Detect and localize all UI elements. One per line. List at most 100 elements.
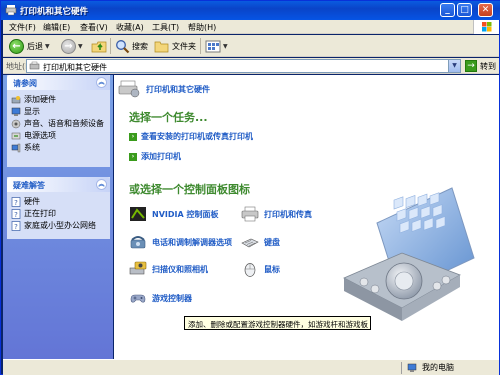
troubleshoot-header[interactable]: 疑难解答 ︽ <box>7 177 110 192</box>
cp-label: 游戏控制器 <box>152 293 192 303</box>
menu-bar: 文件(F) 编辑(E) 查看(V) 收藏(A) 工具(T) 帮助(H) <box>3 20 499 34</box>
sidebar-item-power[interactable]: 电源选项 <box>11 131 110 141</box>
printer-hardware-icon <box>118 80 140 98</box>
address-dropdown-icon[interactable]: ▼ <box>448 60 460 72</box>
printer-folder-icon <box>5 5 17 16</box>
status-bar: 我的电脑 <box>3 359 499 375</box>
sidebar-item-label: 添加硬件 <box>24 95 56 104</box>
status-zone: 我的电脑 <box>407 362 454 373</box>
task-label: 查看安装的打印机或传真打印机 <box>141 132 253 141</box>
sidebar-item-network-help[interactable]: ? 家庭或小型办公网络 <box>11 221 110 231</box>
svg-text:?: ? <box>14 199 18 207</box>
menu-tools[interactable]: 工具(T) <box>152 22 179 33</box>
views-button[interactable]: ▼ <box>205 37 228 55</box>
menu-file[interactable]: 文件(F) <box>9 22 36 33</box>
sidebar-item-label: 家庭或小型办公网络 <box>24 221 96 230</box>
cp-label: 电话和调制解调器选项 <box>152 237 232 247</box>
cp-phone-modem[interactable]: 电话和调制解调器选项 <box>129 234 232 250</box>
task-add-printer[interactable]: › 添加打印机 <box>129 151 181 162</box>
folder-icon <box>154 41 169 53</box>
add-hardware-icon <box>11 96 21 104</box>
hardware-illustration <box>343 187 475 321</box>
cp-game-controllers[interactable]: 游戏控制器 <box>129 290 192 306</box>
see-also-panel: 请参阅 ︽ 添加硬件 显示 声音、语音和音频设备 电源选项 系统 <box>7 75 110 167</box>
cp-scanners-cameras[interactable]: 扫描仪和照相机 <box>129 261 208 277</box>
address-bar: 地址(D) 打印机和其它硬件 ▼ → 转到 <box>3 58 499 74</box>
task-view-printers[interactable]: › 查看安装的打印机或传真打印机 <box>129 131 253 142</box>
chevron-down-icon: ▼ <box>223 42 228 50</box>
cp-printers-faxes[interactable]: 打印机和传真 <box>241 206 312 222</box>
sidebar-item-system[interactable]: 系统 <box>11 143 110 153</box>
sidebar-item-sound[interactable]: 声音、语音和音频设备 <box>11 119 110 129</box>
sidebar-item-label: 声音、语音和音频设备 <box>24 119 104 128</box>
tooltip: 添加、删除或配置游戏控制器硬件，如游戏杆和游戏板 <box>184 316 371 330</box>
control-panel-section-title: 或选择一个控制面板图标 <box>129 183 250 196</box>
phone-icon <box>130 236 146 249</box>
help-icon: ? <box>11 197 21 207</box>
search-button[interactable]: 搜索 <box>115 37 148 55</box>
sidebar-item-label: 正在打印 <box>24 209 56 218</box>
printer-icon <box>241 206 259 222</box>
keyboard-icon <box>241 238 259 248</box>
up-button[interactable] <box>91 37 107 55</box>
cp-label: 扫描仪和照相机 <box>152 264 208 274</box>
page-title: 打印机和其它硬件 <box>146 84 210 94</box>
mouse-icon <box>244 263 256 277</box>
sidebar-item-hardware-help[interactable]: ? 硬件 <box>11 197 110 207</box>
address-input[interactable]: 打印机和其它硬件 ▼ <box>26 59 461 73</box>
maximize-button[interactable]: □ <box>457 3 472 17</box>
back-label: 后退 <box>27 41 43 51</box>
see-also-title: 请参阅 <box>13 79 37 88</box>
collapse-icon[interactable]: ︽ <box>96 179 107 190</box>
folders-button[interactable]: 文件夹 <box>154 37 196 55</box>
power-icon <box>11 132 21 140</box>
menu-favorites[interactable]: 收藏(A) <box>116 22 144 33</box>
folders-label: 文件夹 <box>172 41 196 51</box>
windows-logo-icon <box>473 20 499 34</box>
troubleshoot-panel: 疑难解答 ︽ ? 硬件 ? 正在打印 ? 家庭或小型办公网络 <box>7 177 110 239</box>
printer-folder-icon <box>29 61 40 70</box>
menu-edit[interactable]: 编辑(E) <box>43 22 70 33</box>
sound-icon <box>11 119 21 129</box>
svg-text:?: ? <box>14 223 18 231</box>
help-icon: ? <box>11 209 21 219</box>
toolbar-separator <box>110 38 111 54</box>
sidebar-item-display[interactable]: 显示 <box>11 107 110 117</box>
troubleshoot-title: 疑难解答 <box>13 181 45 190</box>
folder-up-icon <box>91 41 107 53</box>
close-button[interactable]: ✕ <box>478 3 493 17</box>
task-label: 添加打印机 <box>141 152 181 161</box>
menu-view[interactable]: 查看(V) <box>80 22 108 33</box>
cp-label: NVIDIA 控制面板 <box>152 209 219 219</box>
forward-button[interactable]: → ▼ <box>61 37 83 55</box>
display-icon <box>11 107 21 116</box>
explorer-window: 打印机和其它硬件 _ □ ✕ 文件(F) 编辑(E) 查看(V) 收藏(A) 工… <box>0 0 500 375</box>
scanner-icon <box>129 261 147 275</box>
cp-keyboard[interactable]: 键盘 <box>241 234 280 250</box>
go-button[interactable]: → 转到 <box>465 59 496 73</box>
window-title: 打印机和其它硬件 <box>20 7 89 17</box>
sidebar-item-add-hardware[interactable]: 添加硬件 <box>11 95 110 105</box>
nvidia-icon <box>130 207 146 221</box>
views-icon <box>205 40 221 52</box>
title-bar[interactable]: 打印机和其它硬件 _ □ ✕ <box>1 1 500 20</box>
menu-help[interactable]: 帮助(H) <box>188 22 216 33</box>
cp-mouse[interactable]: 鼠标 <box>241 261 280 277</box>
address-value: 打印机和其它硬件 <box>43 63 107 72</box>
collapse-icon[interactable]: ︽ <box>96 77 107 88</box>
chevron-down-icon: ▼ <box>45 42 50 50</box>
see-also-header[interactable]: 请参阅 ︽ <box>7 75 110 90</box>
svg-text:?: ? <box>14 211 18 219</box>
sidebar-item-printing-help[interactable]: ? 正在打印 <box>11 209 110 219</box>
go-arrow-icon: → <box>465 60 477 72</box>
toolbar: ← 后退 ▼ → ▼ 搜索 文件夹 ▼ <box>3 35 499 57</box>
cp-nvidia[interactable]: NVIDIA 控制面板 <box>129 206 218 222</box>
arrow-right-icon: › <box>129 152 137 161</box>
sidebar-item-label: 系统 <box>24 143 40 152</box>
toolbar-separator <box>200 38 201 54</box>
system-icon <box>11 143 21 153</box>
sidebar-item-label: 电源选项 <box>24 131 56 140</box>
forward-arrow-icon: → <box>61 38 76 54</box>
minimize-button[interactable]: _ <box>440 3 455 17</box>
back-button[interactable]: ← 后退 ▼ <box>9 37 50 55</box>
